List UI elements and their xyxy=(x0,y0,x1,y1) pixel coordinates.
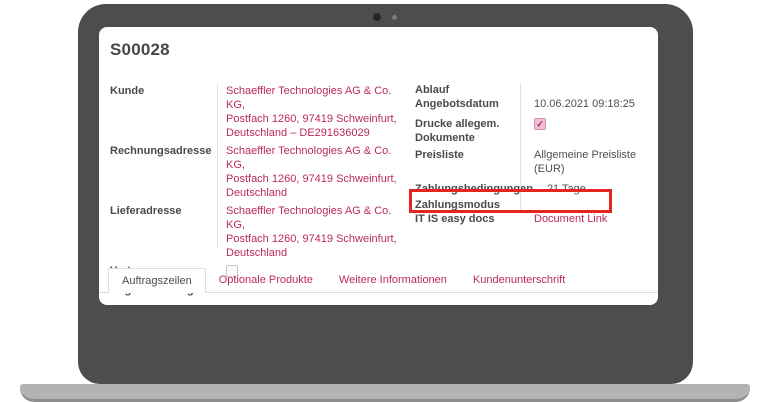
field-row-zahlungsbedingungen: Zahlungsbedingungen 21 Tage xyxy=(415,182,657,196)
field-label-zahlungsbedingungen: Zahlungsbedingungen xyxy=(415,182,537,196)
address-line: Schaeffler Technologies AG & Co. KG, xyxy=(226,84,410,112)
tab-optionale-produkte[interactable]: Optionale Produkte xyxy=(206,268,326,293)
zahlungsbedingungen-value[interactable]: 21 Tage xyxy=(537,182,586,196)
right-field-column: Ablauf Angebotsdatum 10.06.2021 09:18:25… xyxy=(415,83,657,226)
field-label-lieferadresse: Lieferadresse xyxy=(110,204,221,260)
tab-auftragszeilen[interactable]: Auftragszeilen xyxy=(108,268,206,293)
field-label-preisliste: Preisliste xyxy=(415,148,524,176)
field-row-angebotsdatum: Angebotsdatum 10.06.2021 09:18:25 xyxy=(415,97,657,111)
kunde-partner-link[interactable]: Schaeffler Technologies AG & Co. KG, Pos… xyxy=(221,84,410,140)
address-line: Postfach 1260, 97419 Schweinfurt, xyxy=(226,172,410,186)
address-line: Schaeffler Technologies AG & Co. KG, xyxy=(226,204,410,232)
drucke-dokumente-checkbox[interactable]: ✓ xyxy=(534,118,546,130)
field-row-it-is-easy-docs: IT IS easy docs Document Link xyxy=(415,212,657,226)
field-label-zahlungsmodus: Zahlungsmodus xyxy=(415,198,524,212)
laptop-screen-bezel: S00028 Kunde Schaeffler Technologies AG … xyxy=(78,4,693,384)
tab-kundenunterschrift[interactable]: Kundenunterschrift xyxy=(460,268,578,293)
field-label-angebotsdatum: Angebotsdatum xyxy=(415,97,524,111)
preisliste-value[interactable]: Allgemeine Preisliste (EUR) xyxy=(524,148,657,176)
label-value-divider xyxy=(217,83,218,249)
field-row-kunde: Kunde Schaeffler Technologies AG & Co. K… xyxy=(110,84,410,140)
quotation-form-window: S00028 Kunde Schaeffler Technologies AG … xyxy=(99,27,658,305)
laptop-base xyxy=(20,384,750,402)
field-row-zahlungsmodus: Zahlungsmodus xyxy=(415,198,657,212)
camera-led-icon xyxy=(392,15,397,20)
label-line: Dokumente xyxy=(415,131,520,145)
field-row-drucke-dokumente: Drucke allegem. Dokumente ✓ xyxy=(415,117,657,145)
label-value-divider xyxy=(520,83,521,211)
page-title: S00028 xyxy=(110,40,170,60)
field-row-lieferadresse: Lieferadresse Schaeffler Technologies AG… xyxy=(110,204,410,260)
ablauf-value[interactable] xyxy=(524,83,534,97)
angebotsdatum-value[interactable]: 10.06.2021 09:18:25 xyxy=(524,97,635,111)
drucke-dokumente-value: ✓ xyxy=(524,117,546,145)
field-row-ablauf: Ablauf xyxy=(415,83,657,97)
lieferadresse-link[interactable]: Schaeffler Technologies AG & Co. KG, Pos… xyxy=(221,204,410,260)
camera-icon xyxy=(373,13,381,21)
field-row-rechnungsadresse: Rechnungsadresse Schaeffler Technologies… xyxy=(110,144,410,200)
tab-weitere-informationen[interactable]: Weitere Informationen xyxy=(326,268,460,293)
address-line: Deutschland – DE291636029 xyxy=(226,126,410,140)
address-line: Schaeffler Technologies AG & Co. KG, xyxy=(226,144,410,172)
rechnungsadresse-link[interactable]: Schaeffler Technologies AG & Co. KG, Pos… xyxy=(221,144,410,200)
document-link[interactable]: Document Link xyxy=(524,212,607,226)
notebook-tabs: Auftragszeilen Optionale Produkte Weiter… xyxy=(108,268,578,293)
zahlungsmodus-value[interactable] xyxy=(524,198,534,212)
field-label-it-is-easy-docs: IT IS easy docs xyxy=(415,212,524,226)
field-label-kunde: Kunde xyxy=(110,84,221,140)
address-line: Postfach 1260, 97419 Schweinfurt, xyxy=(226,232,410,246)
field-label-rechnungsadresse: Rechnungsadresse xyxy=(110,144,221,200)
label-line: Drucke allegem. xyxy=(415,117,520,131)
address-line: Deutschland xyxy=(226,246,410,260)
field-label-drucke-dokumente: Drucke allegem. Dokumente xyxy=(415,117,524,145)
address-line: Deutschland xyxy=(226,186,410,200)
address-line: Postfach 1260, 97419 Schweinfurt, xyxy=(226,112,410,126)
field-label-ablauf: Ablauf xyxy=(415,83,524,97)
field-row-preisliste: Preisliste Allgemeine Preisliste (EUR) xyxy=(415,148,657,176)
